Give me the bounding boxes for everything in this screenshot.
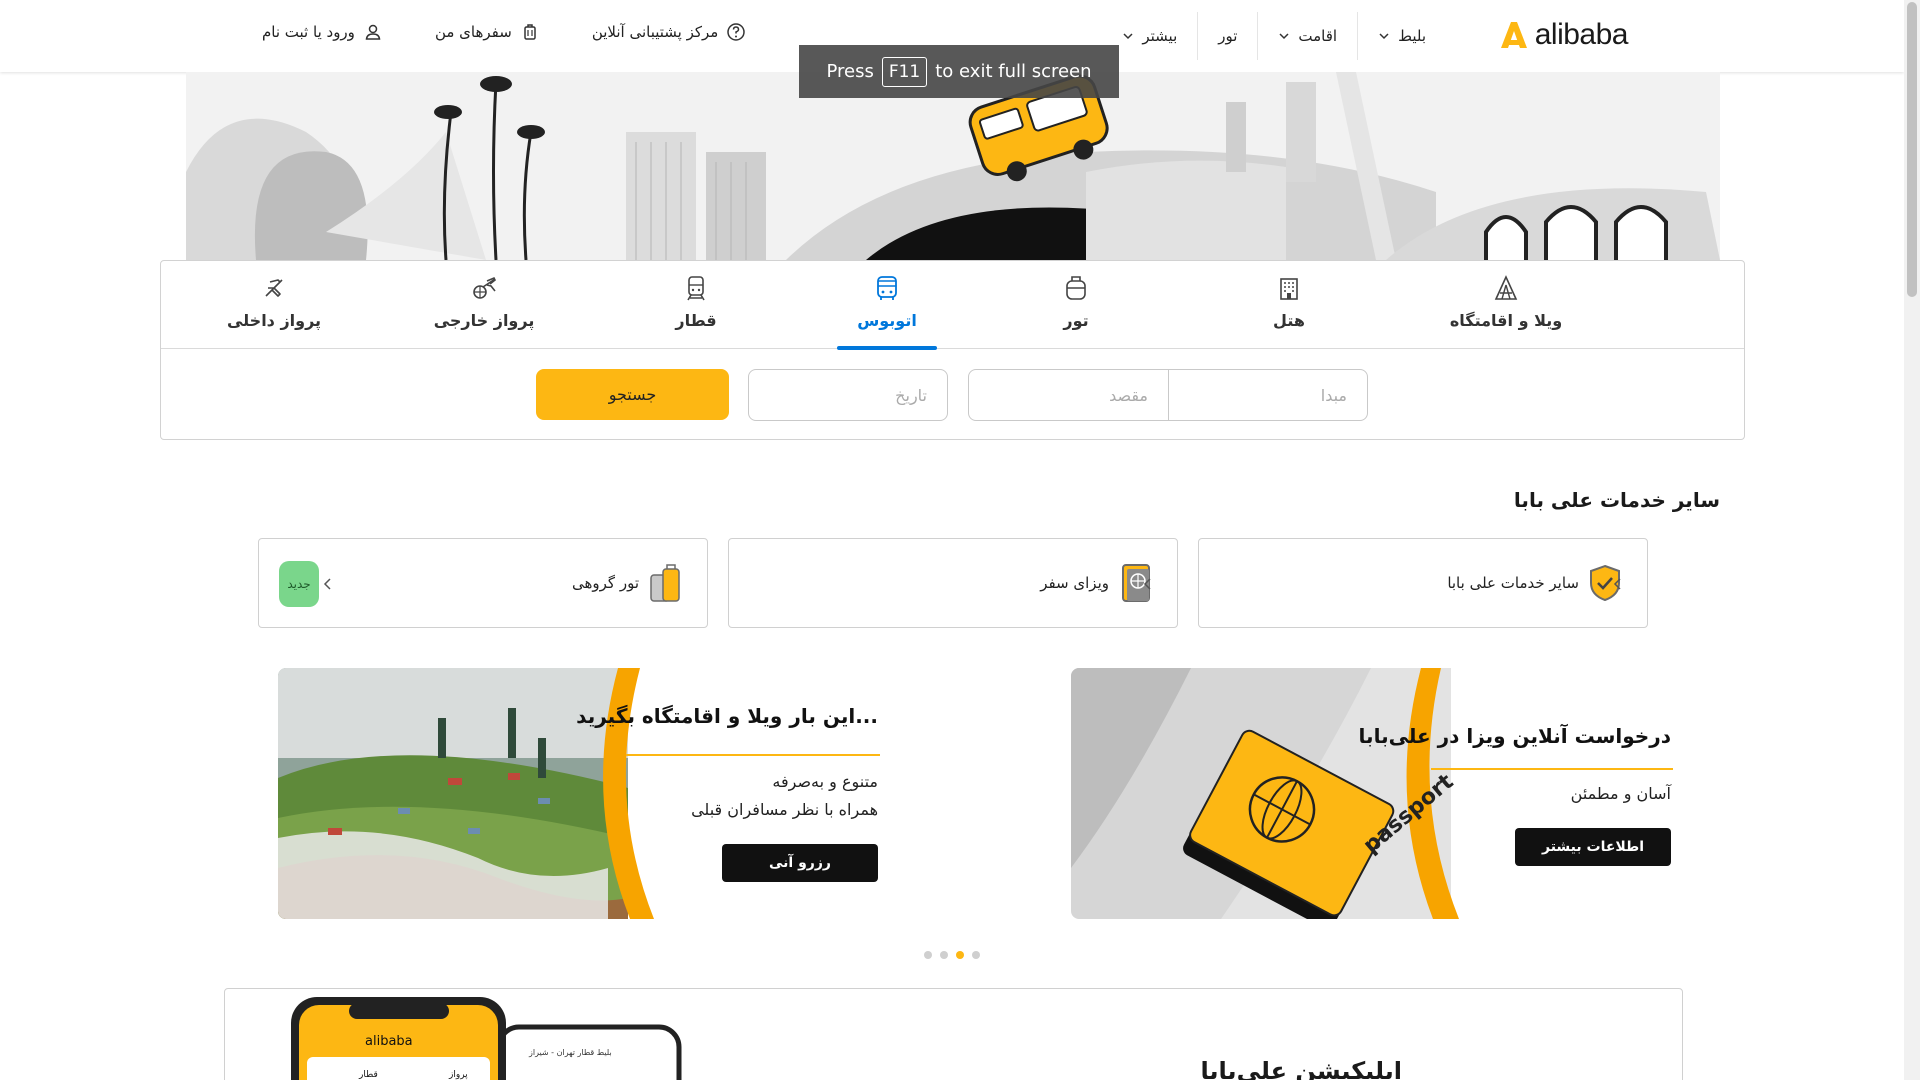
tab-plane[interactable]: پرواز داخلی [204, 261, 344, 349]
visa-banner-title: درخواست آنلاین ویزا در علی‌بابا [1358, 724, 1671, 748]
tab-label: قطار [675, 311, 717, 330]
suitcase-icon [1066, 276, 1086, 300]
tab-label: اتوبوس [857, 311, 917, 330]
train-icon [687, 276, 705, 301]
tab-globe-plane[interactable]: پرواز خارجی [414, 261, 554, 349]
date-input[interactable]: تاریخ [748, 369, 948, 421]
service-card-visa[interactable]: ویزای سفر [728, 538, 1178, 628]
nav-accommodation-label: اقامت [1298, 27, 1338, 45]
service-label: تور گروهی [571, 574, 639, 592]
nav-tour-label: تور [1218, 27, 1238, 45]
phone-logo-text: alibaba [365, 1034, 413, 1049]
carousel-dot[interactable] [940, 951, 948, 959]
bus-icon [877, 276, 897, 300]
tab-hotel[interactable]: هتل [1219, 261, 1359, 349]
chevron-left-icon [1613, 578, 1621, 590]
banner-visa[interactable]: passport درخواست آنلاین ویزا در علی‌بابا… [1071, 668, 1689, 919]
instant-reserve-button[interactable]: رزرو آنی [722, 844, 878, 882]
carousel-dot-active[interactable] [956, 951, 964, 959]
nav-accommodation[interactable]: اقامت [1257, 12, 1357, 60]
tab-bus[interactable]: اتوبوس [817, 261, 957, 350]
visa-more-info-button[interactable]: اطلاعات بیشتر [1515, 828, 1671, 866]
search-fields: مبدا مقصد تاریخ جستجو [161, 369, 1744, 421]
tab-villa[interactable]: ویلا و اقامتگاه [1436, 261, 1576, 349]
plane-icon [265, 279, 283, 297]
app-section-title: اپلیکیشن علی‌بابا [1200, 1057, 1402, 1080]
service-label: ویزای سفر [1040, 574, 1109, 592]
new-badge: جدید [279, 561, 319, 607]
carousel-dot[interactable] [972, 951, 980, 959]
my-trips-link[interactable]: سفرهای من [435, 22, 540, 42]
tab-train[interactable]: قطار [626, 261, 766, 349]
page-scrollbar[interactable] [1904, 0, 1920, 1080]
globe-plane-icon [473, 276, 497, 299]
phone-tab-flight: پرواز [448, 1070, 468, 1080]
support-link[interactable]: مرکز پشتیبانی آنلاین [592, 22, 747, 42]
service-label: سایر خدمات علی بابا [1447, 574, 1579, 592]
service-card-group-tour[interactable]: تور گروهی جدید [258, 538, 708, 628]
origin-input[interactable]: مبدا [1168, 369, 1368, 421]
villa-banner-line-2: همراه با نظر مسافران قبلی [691, 800, 878, 819]
user-links: مرکز پشتیبانی آنلاین سفرهای من ورود یا ث… [262, 22, 746, 42]
search-button[interactable]: جستجو [536, 369, 729, 420]
date-placeholder: تاریخ [895, 385, 927, 405]
phone-mockups: alibaba پرواز قطار بلیط قطار تهران - شیر… [291, 997, 682, 1080]
alibaba-logo-icon [1500, 22, 1527, 48]
nav-ticket-label: بلیط [1398, 27, 1426, 45]
carousel-dot[interactable] [924, 951, 932, 959]
luggage-icon [650, 564, 680, 602]
service-card-other[interactable]: سایر خدمات علی بابا [1198, 538, 1648, 628]
hotel-icon [1280, 278, 1298, 300]
toast-rest: to exit full screen [935, 61, 1092, 82]
app-promo-section: alibaba پرواز قطار بلیط قطار تهران - شیر… [224, 988, 1683, 1080]
nav-more-label: بیشتر [1142, 27, 1178, 45]
scrollbar-thumb[interactable] [1907, 2, 1917, 297]
tab-suitcase[interactable]: تور [1006, 261, 1146, 349]
phone-tab-train: قطار [358, 1070, 378, 1080]
villa-banner-line-1: متنوع و به‌صرفه [772, 772, 878, 791]
logo-text: alibaba [1534, 18, 1629, 51]
user-icon [365, 24, 381, 40]
alibaba-logo[interactable]: alibaba [1497, 18, 1629, 52]
tab-label: پرواز خارجی [433, 311, 535, 330]
tab-label: هتل [1273, 311, 1305, 330]
tab-label: تور [1063, 311, 1089, 330]
destination-placeholder: مقصد [1109, 385, 1148, 405]
support-label: مرکز پشتیبانی آنلاین [591, 23, 719, 41]
chevron-down-icon [1379, 33, 1389, 40]
toast-key: F11 [881, 56, 928, 87]
origin-placeholder: مبدا [1320, 385, 1347, 405]
visa-banner-text: آسان و مطمئن [1570, 784, 1671, 803]
villa-banner-title: این بار ویلا و اقامتگاه بگیرید... [576, 704, 878, 728]
banner-villa[interactable]: این بار ویلا و اقامتگاه بگیرید... متنوع … [278, 668, 896, 919]
carousel-dots [924, 951, 980, 959]
villa-banner-divider [626, 754, 880, 756]
hero-illustration [186, 72, 1720, 260]
main-nav: بلیط اقامت تور بیشتر [1102, 12, 1446, 60]
question-circle-icon [727, 23, 746, 41]
my-trips-label: سفرهای من [434, 23, 512, 41]
villa-icon [1494, 275, 1518, 300]
tab-label: ویلا و اقامتگاه [1449, 311, 1563, 330]
phone2-route: بلیط قطار تهران - شیراز [528, 1048, 612, 1057]
search-card: پرواز داخلی پرواز خارجی قطار اتوبوس تور هتل وی… [160, 260, 1745, 440]
chevron-down-icon [1279, 33, 1289, 40]
chevron-left-icon [1143, 578, 1151, 590]
login-label: ورود یا ثبت نام [262, 23, 355, 41]
service-tabs: پرواز داخلی پرواز خارجی قطار اتوبوس تور هتل وی… [161, 261, 1744, 350]
tab-label: پرواز داخلی [226, 311, 322, 330]
visa-banner-divider [1431, 768, 1673, 770]
services-title: سایر خدمات علی بابا [1513, 488, 1720, 512]
destination-input[interactable]: مقصد [968, 369, 1169, 421]
suitcase-icon [524, 24, 536, 40]
chevron-left-icon [323, 578, 331, 590]
nav-tour[interactable]: تور [1197, 12, 1257, 60]
hero-art [186, 72, 1720, 260]
toast-press: Press [826, 61, 874, 82]
nav-ticket[interactable]: بلیط [1357, 12, 1446, 60]
login-link[interactable]: ورود یا ثبت نام [262, 22, 383, 42]
fullscreen-toast: Press F11 to exit full screen [799, 45, 1119, 98]
chevron-down-icon [1123, 33, 1133, 40]
